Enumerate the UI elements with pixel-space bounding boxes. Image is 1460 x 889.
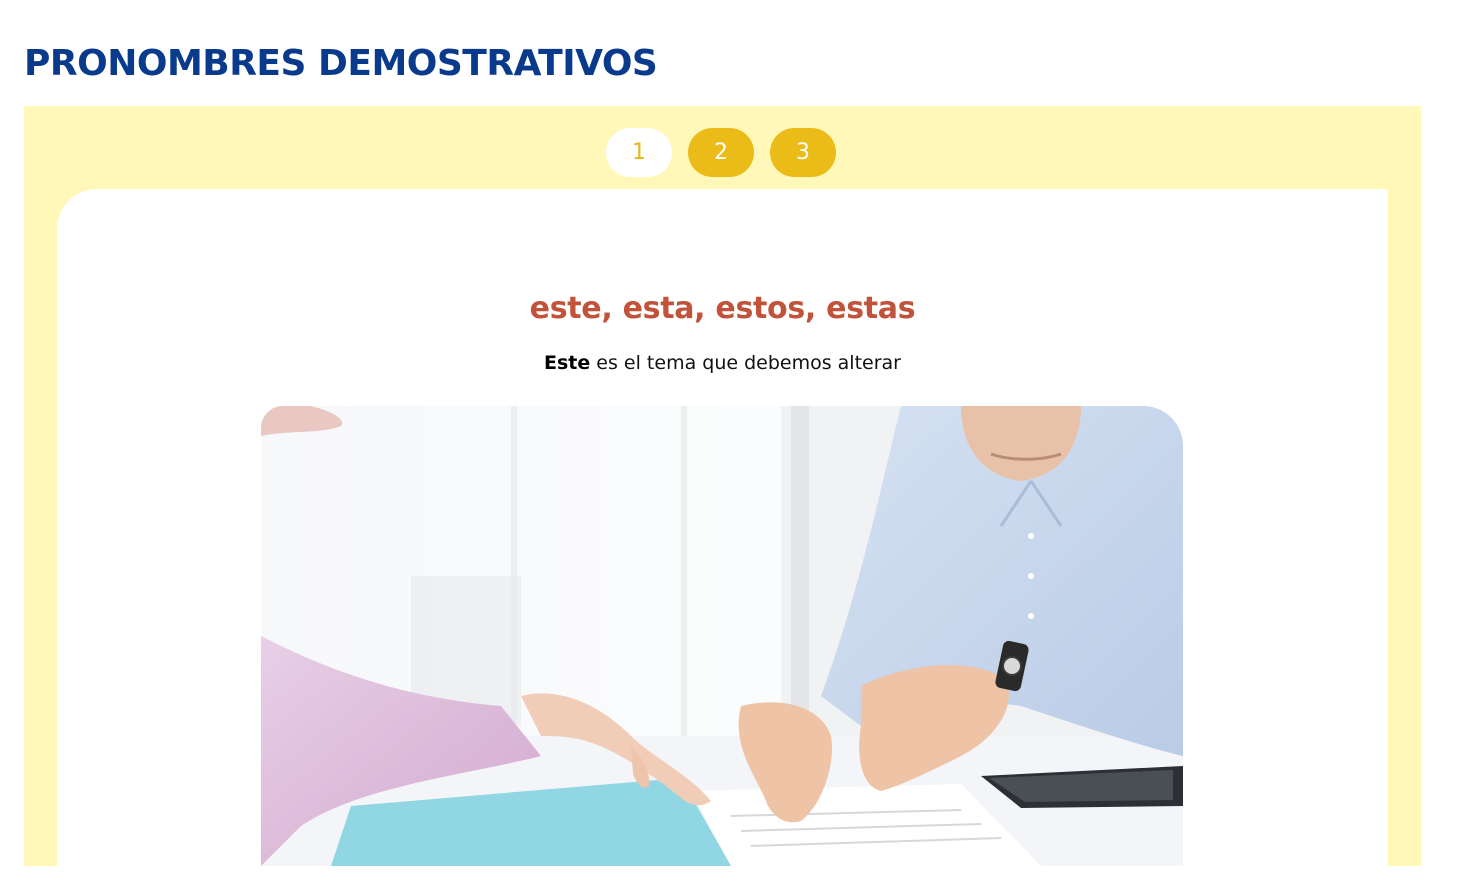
page-button-1[interactable]: 1 (606, 128, 672, 177)
photo-illustration (261, 406, 1183, 866)
example-bold-word: Este (543, 352, 591, 374)
slide-heading: este, esta, estos, estas (529, 291, 916, 326)
page-button-3[interactable]: 3 (770, 128, 836, 177)
page-button-2[interactable]: 2 (688, 128, 754, 177)
page-title: PRONOMBRES DEMOSTRATIVOS (24, 43, 658, 84)
slider-panel: 1 2 3 este, esta, estos, estas Este es e… (24, 106, 1421, 889)
slide-pager: 1 2 3 (24, 128, 1421, 177)
example-sentence: Este es el tema que debemos alterar (57, 349, 1388, 377)
slide-card: este, esta, estos, estas Este es el tema… (57, 189, 1388, 889)
example-sentence-rest: es el tema que debemos alterar (590, 352, 901, 374)
slide-photo (261, 406, 1183, 866)
